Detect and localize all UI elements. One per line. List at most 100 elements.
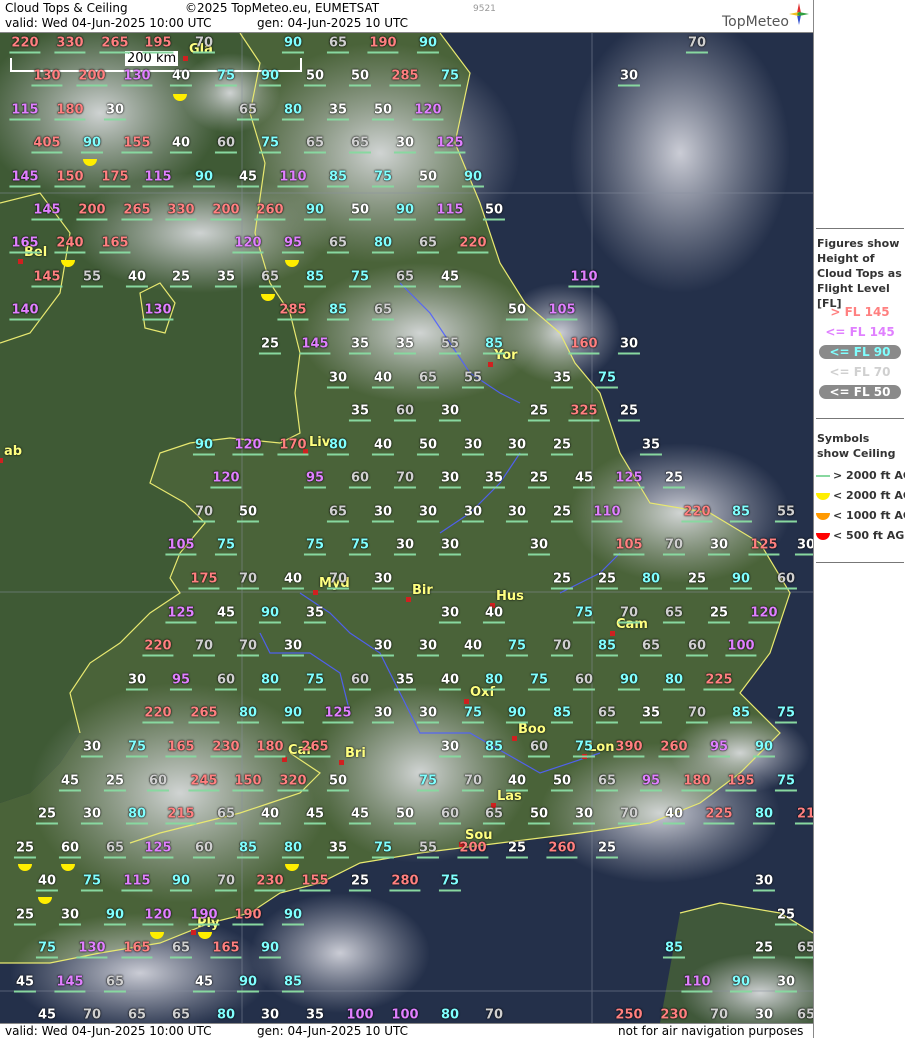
ceiling-line-marker [188,721,220,724]
cloud-top-label: 175 [188,572,220,590]
cloud-top-label: 90 [303,203,327,221]
cloud-top-label: 45 [348,807,372,825]
ceiling-line-marker [210,218,242,221]
cloud-top-label: 35 [482,471,506,489]
ceiling-line-marker [681,990,713,993]
cloud-top-label: 130 [142,303,174,321]
cloud-top-label: 30 [438,740,462,758]
legend-ceiling-item: < 500 ft AGL [816,529,905,542]
legend-ceiling-label: < 2000 ft AGL [833,489,905,502]
ceiling-line-marker [58,923,82,926]
cloud-top-label: 30 [371,706,395,724]
ceiling-line-marker [236,587,260,590]
ceiling-line-marker [527,419,551,422]
legend-divider [816,418,904,419]
ceiling-line-marker [662,553,686,556]
cloud-top-label: 85 [662,941,686,959]
cloud-top-label: 120 [142,908,174,926]
cloud-top-label: 65 [639,639,663,657]
cloud-top-label: 65 [482,807,506,825]
ceiling-line-marker [662,486,686,489]
city-label[interactable]: Bir [412,583,433,598]
cloud-top-label: 45 [13,975,37,993]
cloud-top-label: 50 [482,203,506,221]
ceiling-line-marker [165,621,197,624]
ceiling-line-marker [617,688,641,691]
cloud-top-label: 35 [393,673,417,691]
cloud-top-label: 65 [595,774,619,792]
cloud-top-label: 180 [54,103,86,121]
cloud-top-label: 165 [165,740,197,758]
ceiling-line-marker [613,486,645,489]
cloud-top-label: 55 [774,505,798,523]
cloud-top-label: 195 [142,36,174,54]
cloud-top-label: 75 [303,673,327,691]
ceiling-bowl-icon [816,512,830,520]
ceiling-line-marker [214,822,238,825]
ceiling-line-marker [393,419,417,422]
city-label[interactable]: Boo [518,722,546,737]
cloud-top-label: 75 [371,170,395,188]
cloud-top-label: 21 [794,807,813,825]
cloud-top-label: 60 [214,673,238,691]
ceiling-line-marker [527,822,551,825]
cloud-top-label: 60 [685,639,709,657]
ceiling-line-marker [393,285,417,288]
cloud-top-label: 55 [461,371,485,389]
ceiling-line-marker [121,218,153,221]
cloud-top-label: 220 [9,36,41,54]
compass-logo-icon [789,3,809,25]
cloud-top-label: 75 [80,874,104,892]
cloud-top-label: 30 [371,639,395,657]
cloud-top-label: 105 [613,538,645,556]
ceiling-line-marker [707,621,731,624]
city-label[interactable]: Bri [345,746,366,761]
city-label[interactable]: ab [4,444,22,459]
ceiling-line-marker [210,956,242,959]
cloud-top-label: 45 [303,807,327,825]
cloud-top-label: 55 [438,337,462,355]
ceiling-line-marker [188,789,220,792]
cloud-top-label: 70 [236,639,260,657]
footer-generation-time: gen: 04-Jun-2025 10 UTC [257,1024,409,1038]
satellite-map[interactable]: 200 km GlaBelYorLivMydBirHusCamOxfBooLon… [0,33,813,1023]
ceiling-line-marker [438,352,462,355]
cloud-top-label: 90 [169,874,193,892]
cloud-top-label: 85 [595,639,619,657]
cloud-top-label: 90 [393,203,417,221]
legend-ceiling-item: > 2000 ft AGL [816,469,905,482]
ceiling-line-marker [482,218,506,221]
ceiling-line-marker [725,654,757,657]
cloud-top-label: 50 [303,69,327,87]
cloud-top-label: 65 [128,1008,146,1023]
cloud-top-label: 80 [752,807,776,825]
cloud-top-label: 75 [774,774,798,792]
ceiling-line-marker [568,285,600,288]
legend-divider [816,228,904,229]
ceiling-line-marker [326,453,350,456]
ceiling-line-marker [277,318,309,321]
ceiling-line-marker [121,889,153,892]
cloud-top-label: 65 [169,941,193,959]
ceiling-line-marker [299,755,331,758]
legend-flight-level-label: <= FL 50 [819,385,901,399]
city-label[interactable]: Liv [309,435,330,450]
ceiling-line-marker [438,84,462,87]
ceiling-line-marker [236,118,260,121]
ceiling-line-marker [774,789,798,792]
cloud-top-label: 145 [299,337,331,355]
cloud-top-label: 30 [774,975,798,993]
cloud-top-label: 150 [54,170,86,188]
cloud-top-label: 285 [389,69,421,87]
ceiling-line-marker [192,856,216,859]
legend-flight-level-item: <= FL 50 [814,385,905,399]
cloud-top-label: 215 [165,807,197,825]
cloud-top-label: 120 [210,471,242,489]
ceiling-line-marker [281,118,305,121]
cloud-top-label: 75 [595,371,619,389]
ceiling-line-marker [662,956,686,959]
cloud-top-label: 40 [35,874,59,892]
ceiling-line-marker [461,654,485,657]
city-label[interactable]: Hus [496,589,524,604]
ceiling-line-marker [550,520,574,523]
